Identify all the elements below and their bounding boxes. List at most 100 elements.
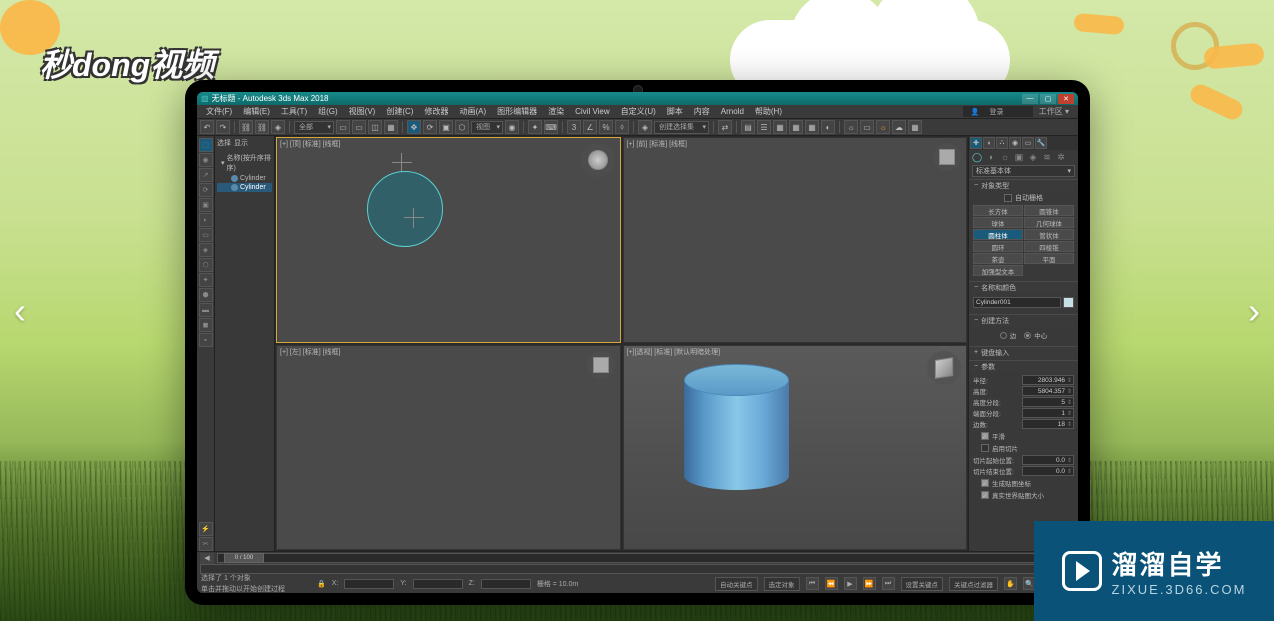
redo-button[interactable]: ↷: [216, 120, 230, 134]
tool-icon[interactable]: ◼: [199, 318, 213, 332]
geosphere-button[interactable]: 几何球体: [1024, 217, 1074, 228]
curve-editor-button[interactable]: ▦: [789, 120, 803, 134]
select-button[interactable]: ▭: [336, 120, 350, 134]
viewcube[interactable]: [933, 143, 961, 171]
cone-button[interactable]: 圆锥体: [1024, 205, 1074, 216]
motion-tab[interactable]: ◉: [1009, 137, 1021, 149]
select-name-button[interactable]: ▭: [352, 120, 366, 134]
prev-key-button[interactable]: ⏪: [825, 577, 838, 590]
menu-create[interactable]: 创建(C): [381, 105, 418, 118]
menu-modifiers[interactable]: 修改器: [419, 105, 453, 118]
torus-button[interactable]: 圆环: [973, 241, 1023, 252]
rollout-header[interactable]: −创建方法: [969, 314, 1078, 326]
menu-civilview[interactable]: Civil View: [570, 106, 615, 117]
menu-script[interactable]: 脚本: [662, 105, 688, 118]
menu-help[interactable]: 帮助(H): [750, 105, 787, 118]
cylinder-3d-shape[interactable]: [684, 364, 789, 499]
menu-group[interactable]: 组(G): [313, 105, 343, 118]
tool-icon[interactable]: ✂: [199, 537, 213, 551]
coord-y-input[interactable]: [413, 579, 463, 589]
unlink-button[interactable]: ⛓: [255, 120, 269, 134]
layer-button[interactable]: ☰: [757, 120, 771, 134]
menu-tools[interactable]: 工具(T): [276, 105, 312, 118]
time-slider-thumb[interactable]: 0 / 100: [224, 553, 264, 563]
tool-icon[interactable]: ▪: [199, 333, 213, 347]
cylinder-button[interactable]: 圆柱体: [973, 229, 1023, 240]
manipulate-button[interactable]: ✦: [528, 120, 542, 134]
tool-icon[interactable]: ⟳: [199, 183, 213, 197]
render-setup-button[interactable]: ☼: [844, 120, 858, 134]
smooth-checkbox[interactable]: ✓: [981, 432, 989, 440]
toggle-ribbon-button[interactable]: ▦: [773, 120, 787, 134]
tool-icon[interactable]: ▬: [199, 303, 213, 317]
slice-checkbox[interactable]: [981, 444, 989, 452]
schematic-button[interactable]: ▦: [805, 120, 819, 134]
place-button[interactable]: ⬡: [455, 120, 469, 134]
textplus-button[interactable]: 加强型文本: [973, 265, 1023, 276]
viewport-front[interactable]: [+] [前] [标准] [线框]: [623, 137, 968, 343]
heightsegs-spinner[interactable]: 5: [1022, 397, 1074, 407]
center-radio[interactable]: [1024, 332, 1031, 339]
tool-icon[interactable]: ◈: [199, 243, 213, 257]
tree-item[interactable]: Cylinder: [217, 183, 272, 192]
viewport-label[interactable]: [+] [前] [标准] [线框]: [627, 139, 687, 149]
coord-z-input[interactable]: [481, 579, 531, 589]
setkey-button[interactable]: 设置关键点: [901, 577, 944, 591]
workspace-dropdown[interactable]: 工作区 ▾: [1034, 105, 1074, 118]
viewcube[interactable]: [927, 351, 961, 385]
ref-coord-dropdown[interactable]: 视图: [471, 121, 503, 134]
tool-icon[interactable]: ✦: [199, 273, 213, 287]
lights-tab[interactable]: ☼: [999, 151, 1011, 163]
viewcube[interactable]: [587, 351, 615, 379]
tool-icon[interactable]: ⚡: [199, 522, 213, 536]
sides-spinner[interactable]: 18: [1022, 419, 1074, 429]
tool-icon[interactable]: ↗: [199, 168, 213, 182]
edit-selection-button[interactable]: ◈: [638, 120, 652, 134]
render-button[interactable]: ☼: [876, 120, 890, 134]
hierarchy-tab[interactable]: ⛬: [996, 137, 1008, 149]
menu-customize[interactable]: 自定义(U): [616, 105, 661, 118]
capsegs-spinner[interactable]: 1: [1022, 408, 1074, 418]
nav-pan-button[interactable]: ✋: [1004, 577, 1017, 590]
pyramid-button[interactable]: 四棱锥: [1024, 241, 1074, 252]
undo-button[interactable]: ↶: [200, 120, 214, 134]
signin-dropdown[interactable]: 👤 登录: [963, 106, 1033, 117]
mirror-button[interactable]: ⇄: [718, 120, 732, 134]
menu-animation[interactable]: 动画(A): [454, 105, 491, 118]
tool-icon[interactable]: ▣: [199, 198, 213, 212]
tool-icon[interactable]: ▭: [199, 228, 213, 242]
category-dropdown[interactable]: 标准基本体: [972, 165, 1075, 177]
display-tab[interactable]: ▭: [1022, 137, 1034, 149]
menu-file[interactable]: 文件(F): [201, 105, 237, 118]
cameras-tab[interactable]: ▣: [1013, 151, 1025, 163]
height-spinner[interactable]: 5804.357: [1022, 386, 1074, 396]
realworld-checkbox[interactable]: ✓: [981, 491, 989, 499]
viewport-perspective[interactable]: [+][透视] [标准] [默认明暗处理]: [623, 345, 968, 551]
keyboard-button[interactable]: ⌨: [544, 120, 558, 134]
systems-tab[interactable]: ✲: [1055, 151, 1067, 163]
select-tool-icon[interactable]: ⬚: [199, 138, 213, 152]
goto-start-button[interactable]: ⏮: [806, 577, 819, 590]
scene-tab-select[interactable]: 选择: [217, 138, 231, 148]
select-region-button[interactable]: ◫: [368, 120, 382, 134]
carousel-next-button[interactable]: ›: [1234, 281, 1274, 341]
sphere-button[interactable]: 球体: [973, 217, 1023, 228]
sliceto-spinner[interactable]: 0.0: [1022, 466, 1074, 476]
viewport-top[interactable]: [+] [顶] [标准] [线框]: [276, 137, 621, 343]
edge-radio[interactable]: [1000, 332, 1007, 339]
render-gallery-button[interactable]: ▦: [908, 120, 922, 134]
viewcube[interactable]: [581, 143, 615, 177]
menu-rendering[interactable]: 渲染: [543, 105, 569, 118]
tool-icon[interactable]: ⬢: [199, 288, 213, 302]
tree-root[interactable]: ▾名称(按升序排序): [217, 152, 272, 174]
prev-frame-button[interactable]: ◀: [200, 553, 214, 564]
next-key-button[interactable]: ⏩: [863, 577, 876, 590]
viewport-label[interactable]: [+] [顶] [标准] [线框]: [280, 139, 340, 149]
rollout-header[interactable]: +键盘输入: [969, 346, 1078, 358]
utilities-tab[interactable]: 🔧: [1035, 137, 1047, 149]
lock-icon[interactable]: 🔒: [317, 580, 326, 588]
viewport-label[interactable]: [+] [左] [标准] [线框]: [280, 347, 340, 357]
teapot-button[interactable]: 茶壶: [973, 253, 1023, 264]
create-tab[interactable]: ✚: [970, 137, 982, 149]
rollout-header[interactable]: −参数: [969, 360, 1078, 372]
